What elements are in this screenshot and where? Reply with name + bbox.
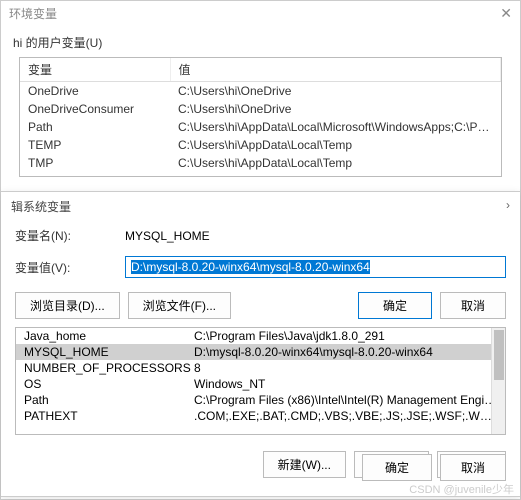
edit-ok-button[interactable]: 确定 <box>358 292 432 319</box>
table-row[interactable]: Java_homeC:\Program Files\Java\jdk1.8.0_… <box>16 328 505 344</box>
scrollbar[interactable] <box>491 328 505 434</box>
table-row[interactable]: PathC:\Program Files (x86)\Intel\Intel(R… <box>16 392 505 408</box>
var-value-label: 变量值(V): <box>15 259 95 276</box>
var-name-label: 变量名(N): <box>15 227 95 244</box>
new-button[interactable]: 新建(W)... <box>263 451 346 478</box>
main-cancel-button[interactable]: 取消 <box>440 454 506 481</box>
user-vars-table: 变量 值 OneDriveC:\Users\hi\OneDriveOneDriv… <box>19 57 502 177</box>
table-row[interactable]: PATHEXT.COM;.EXE;.BAT;.CMD;.VBS;.VBE;.JS… <box>16 408 505 424</box>
var-value-input[interactable]: D:\mysql-8.0.20-winx64\mysql-8.0.20-winx… <box>125 256 506 278</box>
footer-buttons: 确定 取消 <box>362 454 506 481</box>
table-row[interactable]: OneDriveC:\Users\hi\OneDrive <box>20 82 501 101</box>
col-header-name[interactable]: 变量 <box>20 58 170 82</box>
main-ok-button[interactable]: 确定 <box>362 454 432 481</box>
table-row[interactable]: OneDriveConsumerC:\Users\hi\OneDrive <box>20 100 501 118</box>
col-header-value[interactable]: 值 <box>170 58 501 82</box>
chevron-right-icon[interactable]: › <box>506 198 510 215</box>
env-vars-window: 环境变量 ✕ hi 的用户变量(U) 变量 值 OneDriveC:\Users… <box>0 0 521 500</box>
edit-system-var-dialog: 辑系统变量 › 变量名(N): MYSQL_HOME 变量值(V): D:\my… <box>1 191 520 497</box>
edit-cancel-button[interactable]: 取消 <box>440 292 506 319</box>
edit-dialog-title: 辑系统变量 <box>11 198 71 215</box>
user-vars-label: hi 的用户变量(U) <box>13 34 508 51</box>
window-title: 环境变量 <box>9 5 57 22</box>
table-row[interactable]: MYSQL_HOMED:\mysql-8.0.20-winx64\mysql-8… <box>16 344 505 360</box>
table-row[interactable]: PathC:\Users\hi\AppData\Local\Microsoft\… <box>20 118 501 136</box>
scrollbar-thumb[interactable] <box>494 330 504 380</box>
titlebar: 环境变量 ✕ <box>1 1 520 26</box>
table-row[interactable]: TEMPC:\Users\hi\AppData\Local\Temp <box>20 136 501 154</box>
browse-dir-button[interactable]: 浏览目录(D)... <box>15 292 120 319</box>
browse-file-button[interactable]: 浏览文件(F)... <box>128 292 231 319</box>
var-name-value: MYSQL_HOME <box>125 229 506 243</box>
watermark: CSDN @juvenile少年 <box>409 481 514 497</box>
table-row[interactable]: OSWindows_NT <box>16 376 505 392</box>
user-vars-section: hi 的用户变量(U) 变量 值 OneDriveC:\Users\hi\One… <box>1 26 520 195</box>
system-vars-table: Java_homeC:\Program Files\Java\jdk1.8.0_… <box>15 327 506 435</box>
table-row[interactable]: NUMBER_OF_PROCESSORS8 <box>16 360 505 376</box>
close-icon[interactable]: ✕ <box>500 5 512 22</box>
table-row[interactable]: TMPC:\Users\hi\AppData\Local\Temp <box>20 154 501 172</box>
